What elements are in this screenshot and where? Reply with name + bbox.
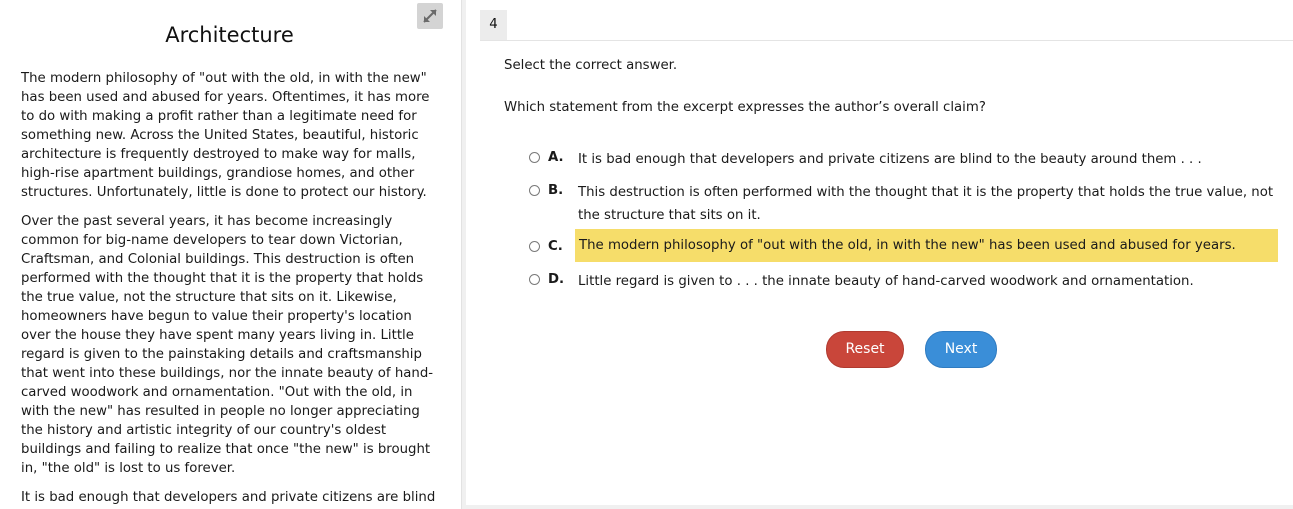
header-divider <box>480 40 1293 41</box>
option-letter: B. <box>548 183 564 198</box>
question-number: 4 <box>480 10 507 40</box>
passage-paragraph: The modern philosophy of "out with the o… <box>21 71 430 200</box>
reset-button[interactable]: Reset <box>826 331 904 368</box>
question-panel: 4 Select the correct answer. Which state… <box>466 0 1293 509</box>
passage-panel: Architecture The modern philosophy of "o… <box>0 0 461 509</box>
passage-body: The modern philosophy of "out with the o… <box>21 69 439 509</box>
option-letter: A. <box>548 150 564 165</box>
passage-paragraph: Over the past several years, it has beco… <box>21 214 434 476</box>
radio-button[interactable] <box>529 274 540 285</box>
option-letter: C. <box>548 239 563 254</box>
option-text[interactable]: Little regard is given to . . . the inna… <box>578 270 1278 293</box>
option-letter: D. <box>548 272 565 287</box>
radio-button[interactable] <box>529 185 540 196</box>
question-prompt: Which statement from the excerpt express… <box>504 100 986 115</box>
option-text[interactable]: This destruction is often performed with… <box>578 181 1278 227</box>
passage-paragraph: It is bad enough that developers and pri… <box>21 490 436 505</box>
option-text[interactable]: It is bad enough that developers and pri… <box>578 148 1278 171</box>
question-instruction: Select the correct answer. <box>504 58 678 73</box>
radio-button[interactable] <box>529 241 540 252</box>
option-text[interactable]: The modern philosophy of "out with the o… <box>575 229 1278 262</box>
radio-button[interactable] <box>529 152 540 163</box>
passage-title: Architecture <box>165 23 294 47</box>
footer-divider <box>466 505 1293 509</box>
next-button[interactable]: Next <box>925 331 997 368</box>
